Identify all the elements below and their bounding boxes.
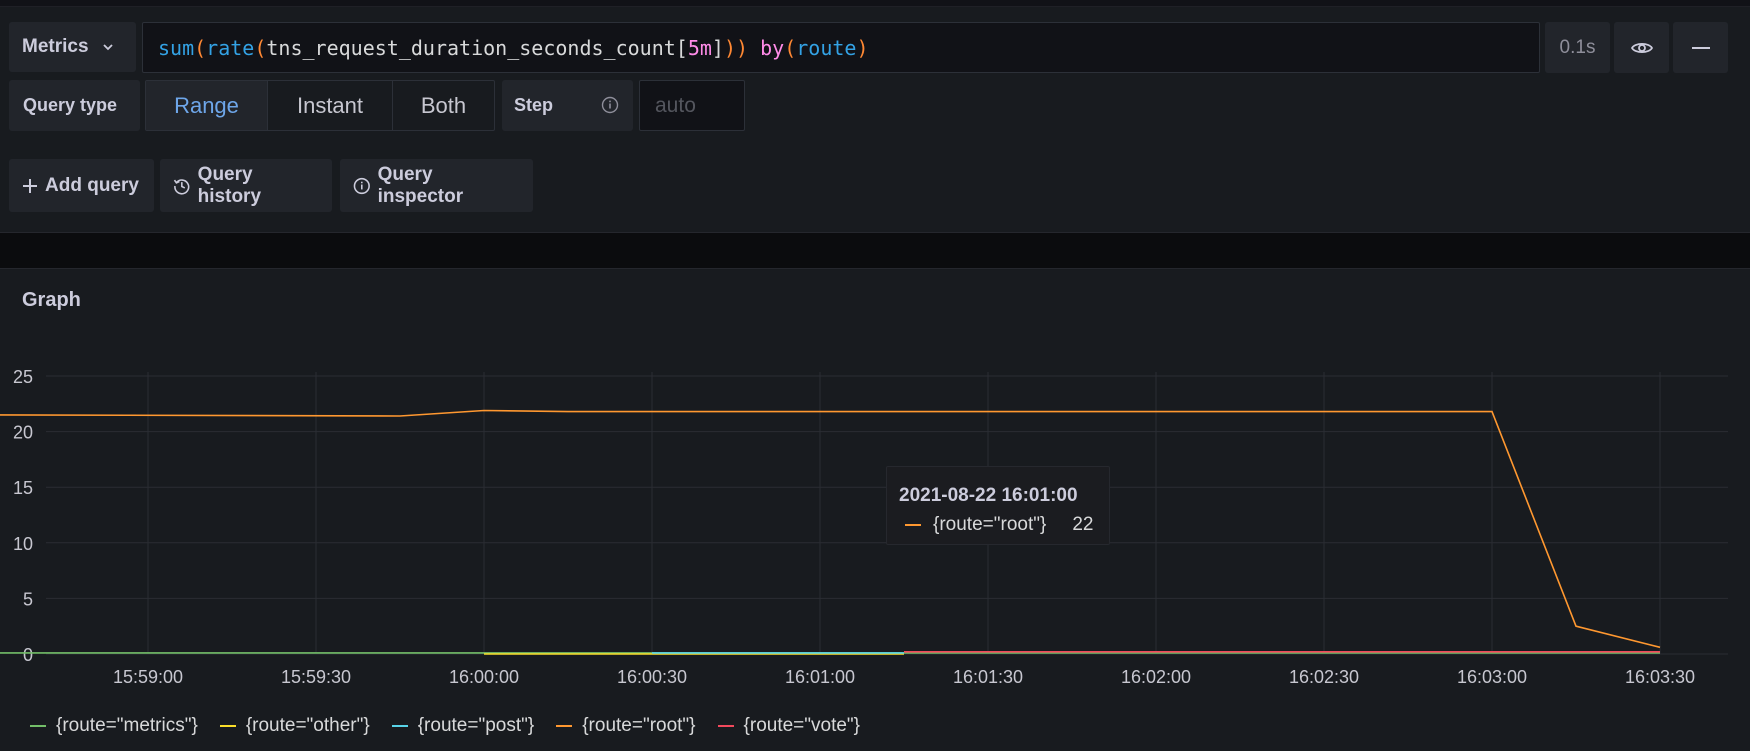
query-type-both[interactable]: Both <box>393 81 494 130</box>
x-tick-label: 16:02:00 <box>1121 667 1191 687</box>
query-token: ( <box>784 35 797 60</box>
x-tick-label: 16:00:30 <box>617 667 687 687</box>
chevron-down-icon <box>102 44 113 51</box>
query-token: ) <box>856 35 869 60</box>
query-token: ( <box>254 35 267 60</box>
add-query-label: Add query <box>45 174 139 196</box>
query-token: 5m <box>687 35 712 60</box>
query-type-instant[interactable]: Instant <box>268 81 393 130</box>
query-history-button[interactable]: Query history <box>160 159 332 212</box>
chart-legend: {route="metrics"} {route="other"} {route="… <box>30 715 882 737</box>
x-tick-label: 15:59:30 <box>281 667 351 687</box>
query-type-range[interactable]: Range <box>146 81 268 130</box>
step-label: Step <box>502 80 633 131</box>
query-token: tns_request_duration_seconds_count[ <box>266 35 688 60</box>
x-tick-label: 16:01:00 <box>785 667 855 687</box>
query-token: route <box>796 35 857 60</box>
y-tick-label: 15 <box>13 478 33 498</box>
legend-label: {route="root"} <box>582 715 696 736</box>
x-tick-label: 16:03:30 <box>1625 667 1695 687</box>
query-token <box>748 36 760 60</box>
x-tick-label: 16:03:00 <box>1457 667 1527 687</box>
query-token: sum <box>158 35 195 60</box>
remove-query-button[interactable] <box>1673 22 1728 73</box>
query-editor-panel: Metrics sum(rate(tns_request_duration_se… <box>0 7 1750 233</box>
y-tick-label: 5 <box>23 589 33 609</box>
legend-label: {route="other"} <box>245 715 370 736</box>
legend-label: {route="metrics"} <box>56 715 198 736</box>
step-input[interactable]: auto <box>639 80 745 131</box>
query-inspector-label: Query inspector <box>377 163 464 207</box>
history-icon <box>173 178 190 195</box>
query-history-label: Query history <box>197 163 262 207</box>
query-token: ( <box>194 35 207 60</box>
query-token: )) <box>723 35 749 60</box>
plus-icon <box>23 178 37 193</box>
series-line <box>0 409 1661 649</box>
metrics-mode-dropdown[interactable]: Metrics <box>9 22 136 72</box>
graph-panel: Graph 0 5 10 15 20 25 15:59:00 15:59:30 16:00:00… <box>0 268 1750 751</box>
query-type-radio-group: Range Instant Both <box>145 80 495 131</box>
query-token: ] <box>711 35 724 60</box>
query-token: rate <box>206 35 255 60</box>
query-duration: 0.1s <box>1545 22 1610 73</box>
y-tick-label: 10 <box>13 534 33 554</box>
tooltip-series-value: 22 <box>1072 514 1094 535</box>
x-tick-label: 16:01:30 <box>953 667 1023 687</box>
legend-item[interactable]: {route="metrics"} <box>30 715 198 737</box>
legend-swatch <box>391 725 408 727</box>
tooltip-series-swatch <box>905 524 921 526</box>
legend-swatch <box>556 725 573 727</box>
metrics-mode-label: Metrics <box>22 36 89 57</box>
tooltip-time: 2021-08-22 16:01:00 <box>899 485 1078 506</box>
x-tick-label: 16:00:00 <box>449 667 519 687</box>
legend-item[interactable]: {route="post"} <box>391 715 535 737</box>
legend-label: {route="post"} <box>417 715 535 736</box>
toggle-visibility-button[interactable] <box>1614 22 1669 73</box>
y-tick-label: 20 <box>13 423 33 443</box>
query-type-label: Query type <box>9 80 140 131</box>
eye-icon <box>1630 42 1653 53</box>
time-series-chart[interactable]: 0 5 10 15 20 25 15:59:00 15:59:30 16:00:00 16:00:… <box>0 269 1750 689</box>
x-tick-label: 16:02:30 <box>1289 667 1359 687</box>
top-strip <box>0 0 1750 7</box>
x-tick-label: 15:59:00 <box>113 667 183 687</box>
legend-item[interactable]: {route="other"} <box>219 715 370 737</box>
minus-icon <box>1691 46 1710 49</box>
legend-item[interactable]: {route="vote"} <box>717 715 861 737</box>
step-label-text: Step <box>514 95 554 115</box>
legend-swatch <box>30 725 46 727</box>
legend-item[interactable]: {route="root"} <box>556 715 696 737</box>
query-token: by <box>760 35 785 60</box>
query-inspector-button[interactable]: Query inspector <box>340 159 533 212</box>
chart-tooltip: 2021-08-22 16:01:00 {route="root"} 22 <box>886 466 1110 545</box>
y-tick-label: 0 <box>23 645 33 665</box>
tooltip-series-name: {route="root"} <box>933 514 1047 535</box>
info-circle-icon <box>353 177 370 194</box>
legend-label: {route="vote"} <box>743 715 861 736</box>
add-query-button[interactable]: Add query <box>9 159 154 212</box>
query-input[interactable]: sum(rate(tns_request_duration_seconds_co… <box>142 22 1540 73</box>
legend-swatch <box>219 725 236 727</box>
tooltip-series-row: {route="root"} 22 <box>905 514 1093 536</box>
legend-swatch <box>717 725 734 727</box>
info-icon[interactable] <box>601 96 619 114</box>
y-tick-label: 25 <box>13 367 33 387</box>
